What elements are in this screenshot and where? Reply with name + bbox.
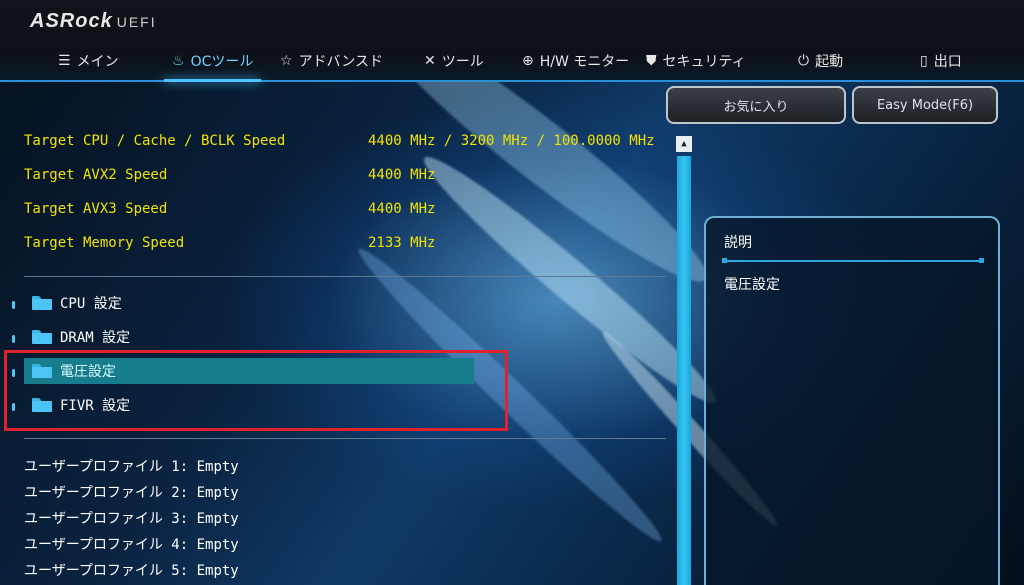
brand-suffix: UEFI	[116, 14, 157, 30]
menu-item-label: CPU 設定	[60, 296, 122, 312]
tab-exit[interactable]: ▯ 出口	[920, 46, 962, 76]
description-text: 電圧設定	[724, 277, 780, 293]
user-profile-item[interactable]: ユーザープロファイル 1: Empty	[24, 456, 239, 476]
brand-logo: ASRock UEFI	[30, 10, 157, 33]
top-bar: ASRock UEFI ☰ メイン ♨ OCツール ☆ アドバンスド ✕ ツール …	[0, 0, 1024, 82]
tab-tool[interactable]: ✕ ツール	[424, 46, 484, 76]
flame-icon: ♨	[172, 53, 185, 69]
target-label: Target Memory Speed	[24, 235, 185, 251]
bullet-icon	[12, 335, 15, 343]
tab-boot-label: 起動	[815, 54, 844, 70]
tab-hw-monitor[interactable]: ⊕ H/W モニター	[522, 46, 629, 76]
target-value: 4400 MHz / 3200 MHz / 100.0000 MHz	[368, 133, 655, 149]
tab-security[interactable]: ⛊ セキュリティ	[646, 46, 746, 76]
list-icon: ☰	[58, 53, 71, 69]
menu-item-label: DRAM 設定	[60, 330, 131, 346]
menu-item-cpu-config[interactable]: CPU 設定	[24, 290, 474, 316]
tab-oc-tweaker[interactable]: ♨ OCツール	[163, 46, 262, 82]
target-value: 2133 MHz	[368, 235, 436, 251]
tab-main-label: メイン	[76, 54, 119, 70]
power-icon: ⏻	[798, 53, 810, 69]
target-label: Target AVX3 Speed	[24, 201, 168, 217]
brand-name: ASRock	[30, 10, 113, 32]
bullet-icon	[12, 301, 15, 309]
tab-main[interactable]: ☰ メイン	[58, 46, 119, 76]
description-panel: 説明 電圧設定	[704, 216, 1000, 585]
tab-advanced-label: アドバンスド	[298, 54, 383, 70]
divider	[24, 438, 666, 439]
target-row: Target AVX2 Speed 4400 MHz	[24, 167, 435, 183]
menu-item-dram-config[interactable]: DRAM 設定	[24, 324, 474, 350]
tab-security-label: セキュリティ	[662, 54, 746, 70]
arrow-up-icon: ▲	[681, 139, 687, 149]
star-icon: ☆	[280, 53, 293, 69]
user-profile-item[interactable]: ユーザープロファイル 5: Empty	[24, 560, 239, 580]
tab-exit-label: 出口	[933, 54, 962, 70]
user-profile-item[interactable]: ユーザープロファイル 3: Empty	[24, 508, 239, 528]
folder-icon	[32, 330, 52, 344]
tab-hw-monitor-label: H/W モニター	[539, 54, 630, 70]
target-value: 4400 MHz	[368, 201, 436, 217]
description-divider	[722, 258, 984, 263]
scroll-up-button[interactable]: ▲	[676, 136, 692, 152]
exit-door-icon: ▯	[920, 53, 928, 69]
divider	[24, 276, 666, 277]
description-title: 説明	[724, 235, 752, 251]
target-row: Target AVX3 Speed 4400 MHz	[24, 201, 435, 217]
scrollbar-thumb[interactable]	[677, 156, 691, 585]
target-row: Target Memory Speed 2133 MHz	[24, 235, 435, 251]
shield-icon: ⛊	[646, 53, 657, 69]
tab-boot[interactable]: ⏻ 起動	[798, 46, 843, 76]
wrench-icon: ✕	[424, 53, 436, 69]
favorites-button[interactable]: お気に入り	[666, 86, 846, 124]
target-row: Target CPU / Cache / BCLK Speed 4400 MHz…	[24, 133, 655, 149]
user-profile-item[interactable]: ユーザープロファイル 2: Empty	[24, 482, 239, 502]
tab-oc-tweaker-label: OCツール	[190, 54, 254, 70]
folder-icon	[32, 296, 52, 310]
tab-tool-label: ツール	[441, 54, 484, 70]
target-value: 4400 MHz	[368, 167, 436, 183]
target-label: Target AVX2 Speed	[24, 167, 168, 183]
target-icon: ⊕	[522, 53, 534, 69]
target-label: Target CPU / Cache / BCLK Speed	[24, 133, 286, 149]
highlight-box	[4, 350, 508, 431]
tab-advanced[interactable]: ☆ アドバンスド	[280, 46, 383, 76]
easy-mode-button[interactable]: Easy Mode(F6)	[852, 86, 998, 124]
user-profile-item[interactable]: ユーザープロファイル 4: Empty	[24, 534, 239, 554]
